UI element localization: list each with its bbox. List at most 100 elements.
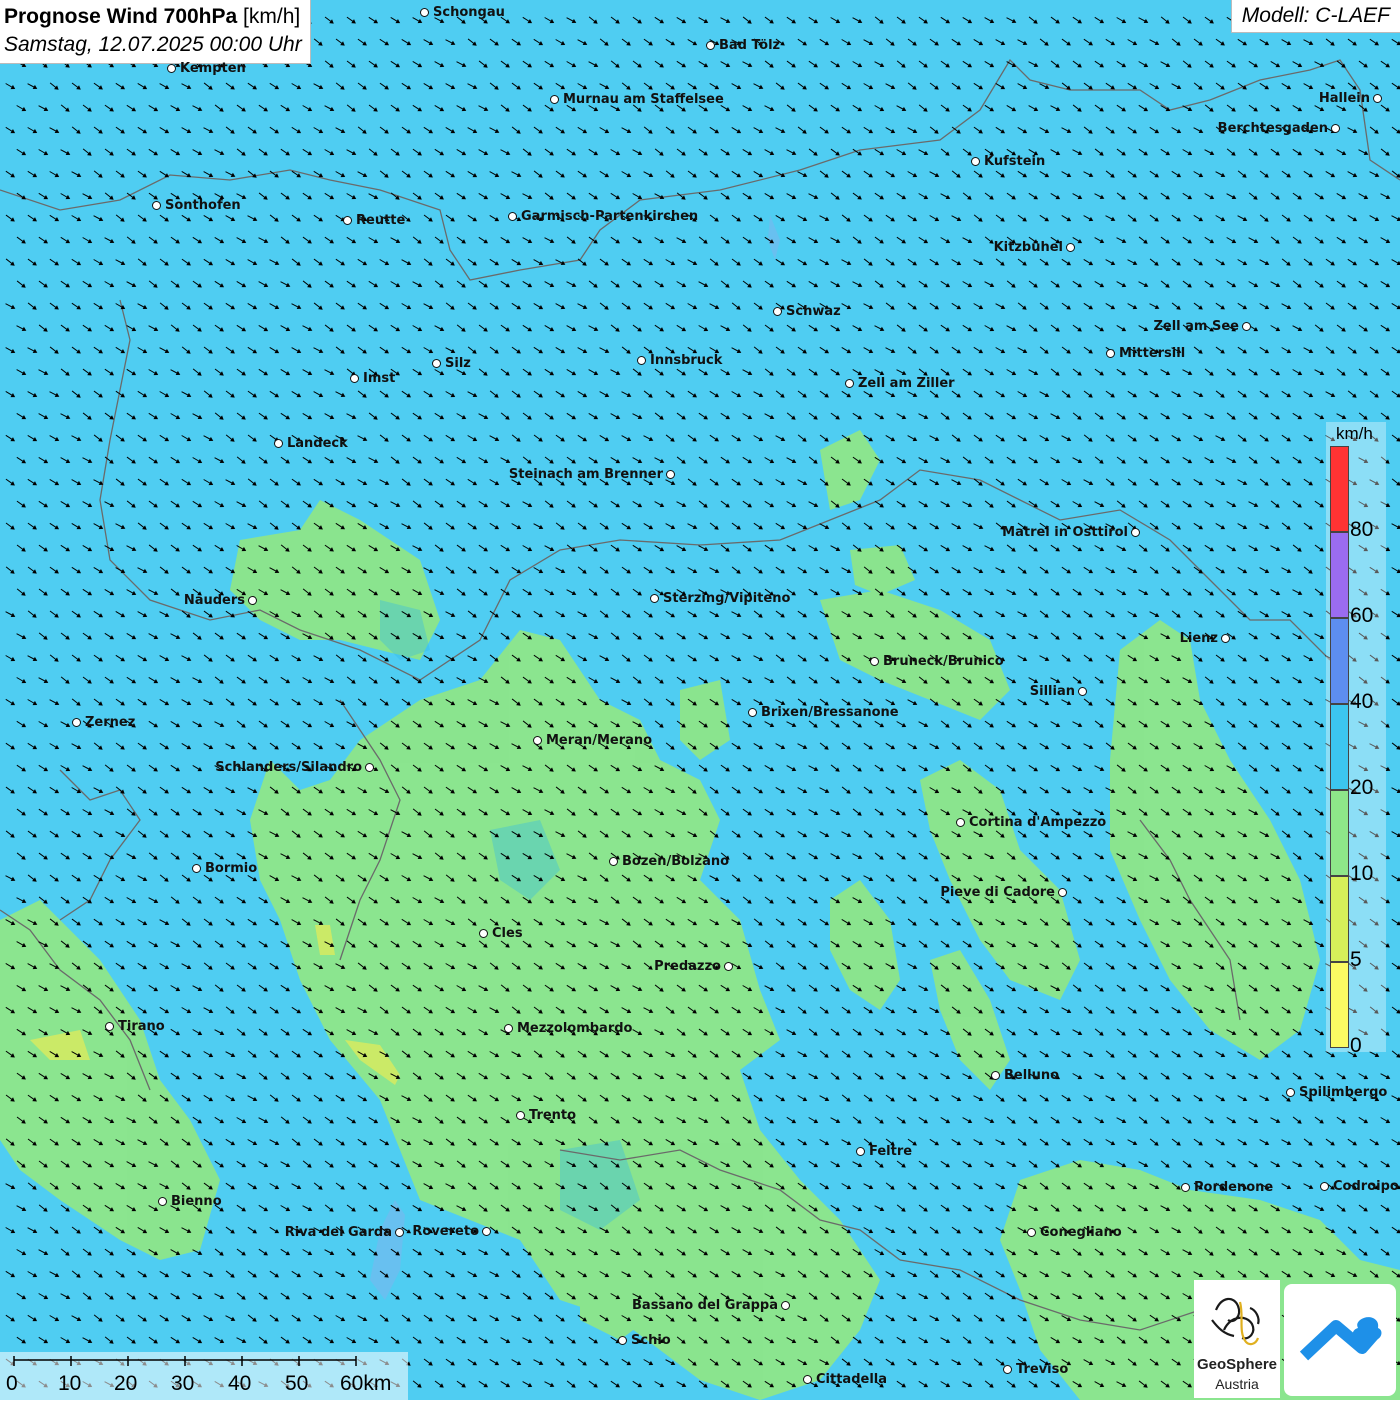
city-label[interactable]: Schio (631, 1333, 671, 1348)
city-marker (666, 470, 675, 479)
city-label[interactable]: Schongau (433, 5, 505, 20)
city-marker (1131, 528, 1140, 537)
city-marker (1286, 1088, 1295, 1097)
city-label[interactable]: Cittadella (816, 1372, 887, 1387)
city-marker (550, 95, 559, 104)
scale-tick-label: 50 (285, 1372, 308, 1396)
legend-tick-label: 5 (1350, 948, 1362, 972)
geosphere-swirl-icon (1194, 1280, 1280, 1356)
city-label[interactable]: Conegliano (1040, 1225, 1122, 1240)
city-label[interactable]: Zell am Ziller (858, 376, 955, 391)
city-marker (773, 307, 782, 316)
city-label[interactable]: Nauders (184, 593, 245, 608)
city-label[interactable]: Predazzo (654, 959, 721, 974)
city-marker (248, 596, 257, 605)
weather-app-logo[interactable] (1284, 1284, 1396, 1396)
city-label[interactable]: Schwaz (786, 304, 841, 319)
city-label[interactable]: Garmisch-Partenkirchen (521, 209, 698, 224)
legend-tick-label: 10 (1350, 862, 1373, 886)
city-label[interactable]: Codroipo (1333, 1179, 1399, 1194)
city-label[interactable]: Silz (445, 356, 471, 371)
city-label[interactable]: Sterzing/Vipiteno (663, 591, 790, 606)
city-marker (956, 818, 965, 827)
city-marker (72, 718, 81, 727)
city-label[interactable]: Sonthofen (165, 198, 241, 213)
city-label[interactable]: Riva del Garda (285, 1225, 392, 1240)
city-marker (343, 216, 352, 225)
legend-tick-label: 60 (1350, 604, 1373, 628)
city-label[interactable]: Landeck (287, 436, 348, 451)
city-label[interactable]: Murnau am Staffelsee (563, 92, 724, 107)
city-marker (724, 962, 733, 971)
city-marker (1058, 888, 1067, 897)
city-marker (991, 1071, 1000, 1080)
legend-tick-label: 0 (1350, 1034, 1362, 1058)
map-title-box: Prognose Wind 700hPa [km/h] Samstag, 12.… (0, 0, 311, 64)
legend-color-band (1330, 962, 1349, 1048)
city-label[interactable]: Zernez (85, 715, 135, 730)
city-label[interactable]: Tirano (118, 1019, 165, 1034)
weather-app-icon (1284, 1284, 1396, 1396)
city-marker (856, 1147, 865, 1156)
scale-tick-label: 0 (6, 1372, 18, 1396)
city-label[interactable]: Schlanders/Silandro (215, 760, 362, 775)
city-label[interactable]: Bruneck/Brunico (883, 654, 1004, 669)
city-label[interactable]: Pieve di Cadore (940, 885, 1055, 900)
city-marker (637, 356, 646, 365)
city-label[interactable]: Trento (529, 1108, 576, 1123)
city-label[interactable]: Belluno (1004, 1068, 1059, 1083)
city-label[interactable]: Pordenone (1194, 1180, 1273, 1195)
city-marker (971, 157, 980, 166)
city-marker (650, 594, 659, 603)
city-marker (618, 1336, 627, 1345)
city-label[interactable]: Brixen/Bressanone (761, 705, 899, 720)
city-marker (1066, 243, 1075, 252)
city-marker (152, 201, 161, 210)
city-label[interactable]: Hallein (1319, 91, 1370, 106)
city-marker (508, 212, 517, 221)
city-marker (533, 736, 542, 745)
city-label[interactable]: Rovereto (412, 1224, 479, 1239)
city-label[interactable]: Bienno (171, 1194, 222, 1209)
legend-color-band (1330, 790, 1349, 876)
city-label[interactable]: Bad Tölz (719, 38, 780, 53)
city-label[interactable]: Cles (492, 926, 523, 941)
city-label[interactable]: Matrei in Osttirol (1002, 525, 1128, 540)
city-marker (1331, 124, 1340, 133)
city-label[interactable]: Bormio (205, 861, 257, 876)
city-label[interactable]: Bozen/Bolzano (622, 854, 729, 869)
city-marker (781, 1301, 790, 1310)
forecast-datetime: Samstag, 12.07.2025 00:00 Uhr (4, 31, 302, 59)
scale-tick-label: 60km (340, 1372, 391, 1396)
city-label[interactable]: Reutte (356, 213, 405, 228)
city-label[interactable]: Bassano del Grappa (632, 1298, 778, 1313)
city-label[interactable]: Kitzbühel (994, 240, 1063, 255)
city-label[interactable]: Treviso (1016, 1362, 1068, 1377)
city-label[interactable]: Zell am See (1153, 319, 1239, 334)
city-marker (432, 359, 441, 368)
city-label[interactable]: Mezzolombardo (517, 1021, 632, 1036)
city-label[interactable]: Steinach am Brenner (509, 467, 663, 482)
city-label[interactable]: Berchtesgaden (1218, 121, 1328, 136)
city-label[interactable]: Innsbruck (650, 353, 722, 368)
city-marker (395, 1228, 404, 1237)
city-label[interactable]: Kempten (180, 61, 246, 76)
city-label[interactable]: Spilimbergo (1299, 1085, 1387, 1100)
city-label[interactable]: Meran/Merano (546, 733, 652, 748)
city-label[interactable]: Kufstein (984, 154, 1045, 169)
city-label[interactable]: Cortina d'Ampezzo (969, 815, 1106, 830)
city-label[interactable]: Feltre (869, 1144, 912, 1159)
city-marker (1320, 1182, 1329, 1191)
geosphere-logo[interactable]: GeoSphere Austria (1194, 1280, 1280, 1398)
city-marker (365, 763, 374, 772)
map-title-text: Prognose Wind 700hPa (4, 5, 237, 28)
city-label[interactable]: Mittersill (1119, 346, 1185, 361)
city-marker (803, 1375, 812, 1384)
legend-color-band (1330, 876, 1349, 962)
city-label[interactable]: Sillian (1030, 684, 1075, 699)
city-label[interactable]: Lienz (1180, 631, 1218, 646)
city-label[interactable]: Imst (363, 371, 395, 386)
legend-color-band (1330, 532, 1349, 618)
legend-color-band (1330, 618, 1349, 704)
city-marker (748, 708, 757, 717)
